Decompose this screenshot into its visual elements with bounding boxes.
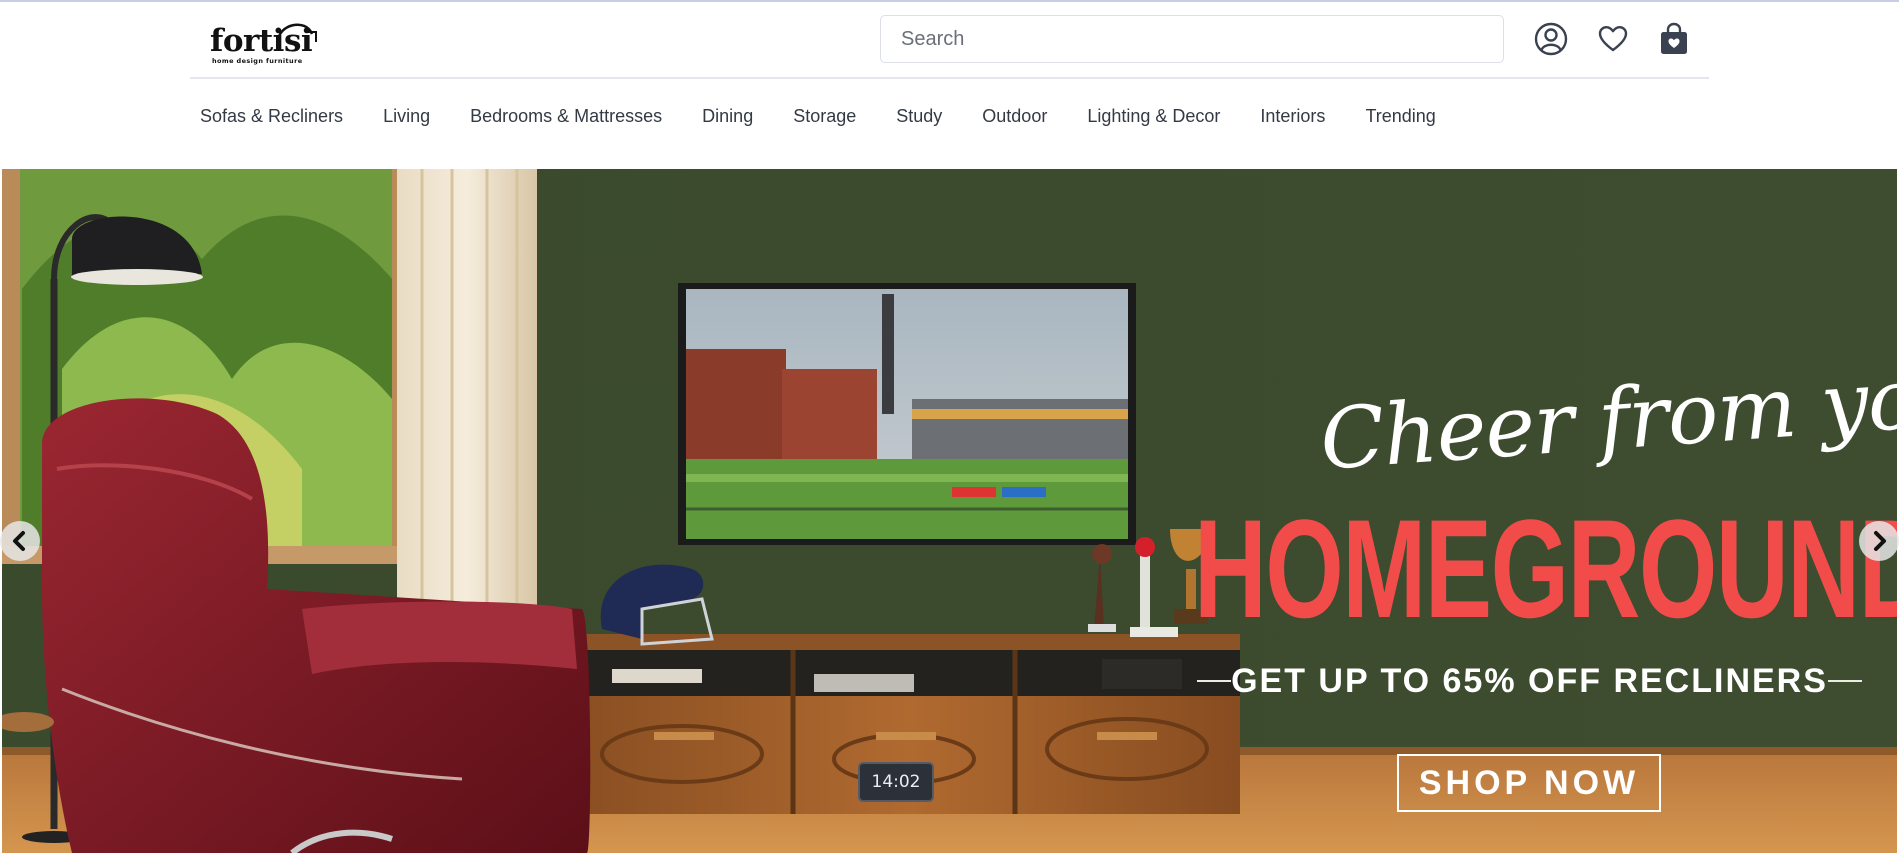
nav-item-lighting-decor[interactable]: Lighting & Decor	[1087, 100, 1220, 132]
wishlist-button[interactable]	[1595, 20, 1631, 58]
hero-banner[interactable]: 14:02 Cheer from your HOMEGROUND! GET UP…	[2, 169, 1897, 853]
cart-button[interactable]	[1656, 20, 1692, 58]
header-divider	[190, 77, 1709, 79]
search-input[interactable]	[880, 15, 1504, 63]
shopping-bag-icon	[1661, 22, 1687, 54]
chevron-right-icon	[1874, 531, 1886, 551]
carousel-next-button[interactable]	[1859, 521, 1899, 561]
smart-clock-display: 14:02	[858, 762, 934, 802]
account-button[interactable]	[1533, 20, 1569, 58]
offer-divider-left	[1197, 680, 1231, 682]
shop-now-button[interactable]: SHOP NOW	[1397, 754, 1661, 812]
brand-logo[interactable]: fortisi home design furniture	[210, 16, 317, 68]
banner-offer-text: GET UP TO 65% OFF RECLINERS	[1231, 661, 1828, 700]
offer-divider-right	[1828, 680, 1862, 682]
brand-tagline: home design furniture	[212, 57, 303, 65]
nav-item-storage[interactable]: Storage	[793, 100, 856, 132]
nav-item-sofas-recliners[interactable]: Sofas & Recliners	[200, 100, 343, 132]
carousel-prev-button[interactable]	[0, 521, 40, 561]
category-nav: Sofas & Recliners Living Bedrooms & Matt…	[200, 100, 1476, 132]
nav-item-outdoor[interactable]: Outdoor	[982, 100, 1047, 132]
nav-item-bedrooms-mattresses[interactable]: Bedrooms & Mattresses	[470, 100, 662, 132]
nav-item-dining[interactable]: Dining	[702, 100, 753, 132]
wishlist-heart-icon	[1598, 26, 1628, 52]
nav-item-study[interactable]: Study	[896, 100, 942, 132]
banner-headline: HOMEGROUND!	[1194, 490, 1897, 647]
nav-item-interiors[interactable]: Interiors	[1260, 100, 1325, 132]
nav-item-trending[interactable]: Trending	[1365, 100, 1435, 132]
top-border	[0, 0, 1899, 2]
account-icon	[1534, 22, 1568, 56]
nav-item-living[interactable]: Living	[383, 100, 430, 132]
logo-arc-icon	[276, 23, 317, 43]
chevron-left-icon	[13, 531, 25, 551]
banner-offer-row: GET UP TO 65% OFF RECLINERS	[1197, 659, 1862, 703]
